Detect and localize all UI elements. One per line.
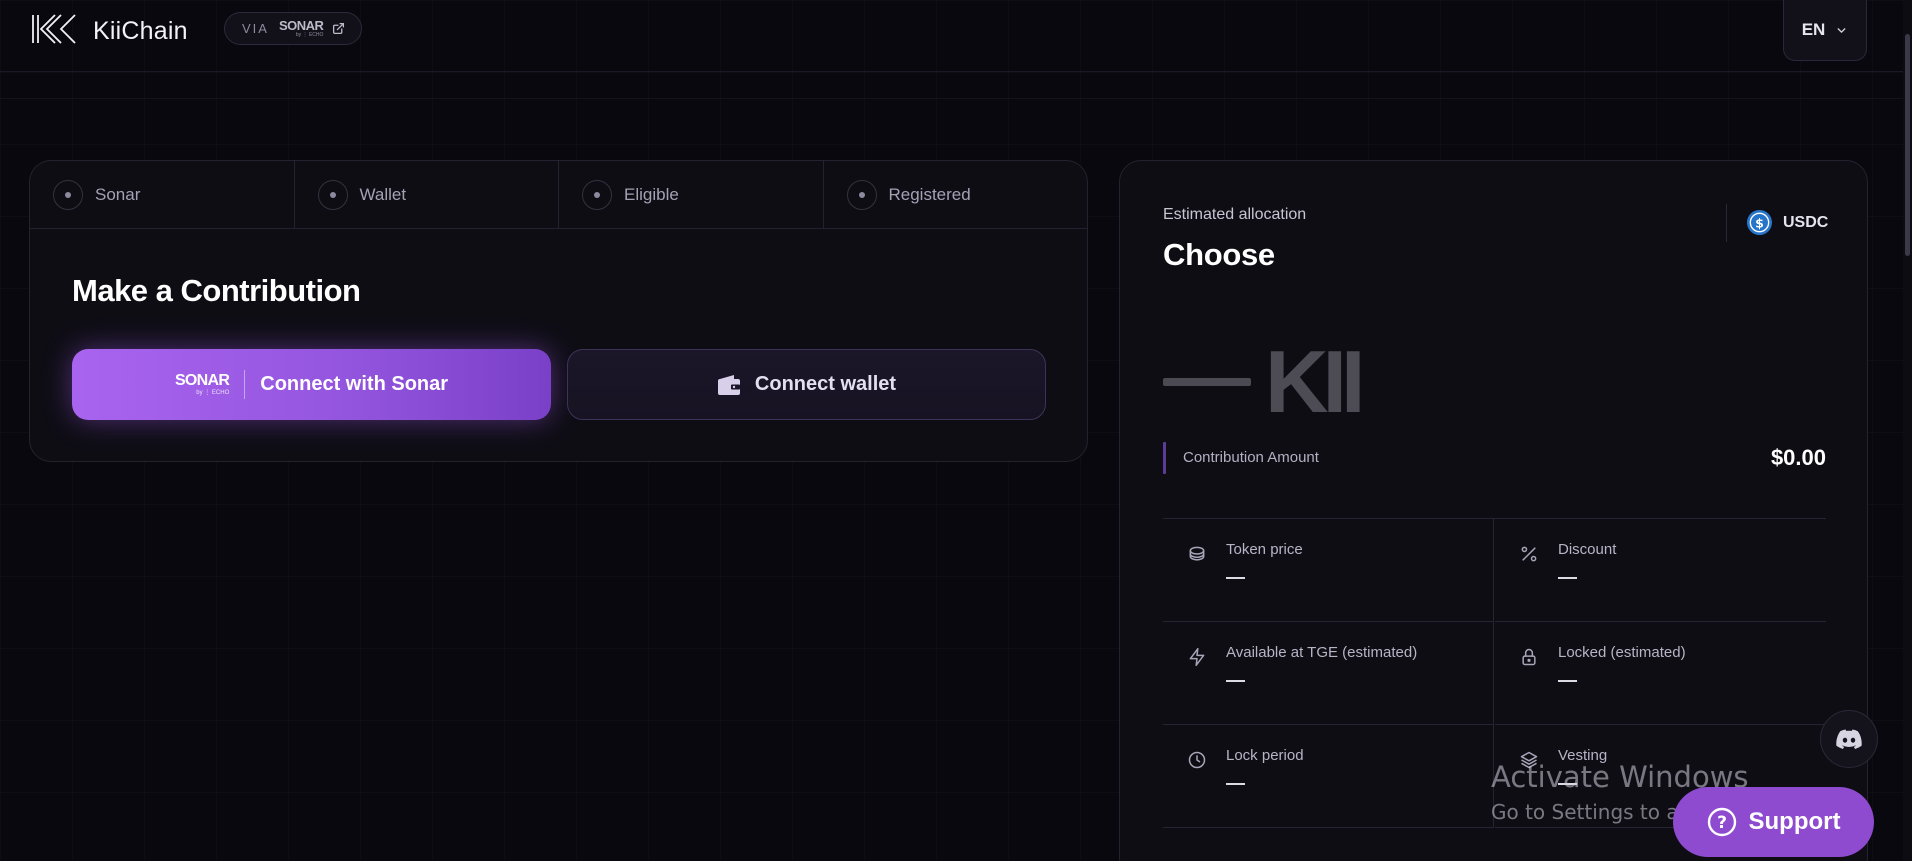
stat-label: Discount: [1558, 541, 1617, 558]
stat-value-empty: [1226, 577, 1245, 579]
contribution-amount-value: $0.00: [1770, 445, 1826, 470]
stat-label: Available at TGE (estimated): [1226, 644, 1418, 661]
header-divider-secondary: [0, 98, 1904, 99]
header-divider: [0, 71, 1904, 72]
sonar-wordmark: SONAR: [174, 372, 230, 389]
accent-bar: [1163, 442, 1166, 474]
via-sonar-link[interactable]: VIA SONAR by ⋮ ECHO: [224, 12, 362, 45]
coins-icon: [1187, 544, 1207, 564]
stat-value-empty: [1226, 783, 1245, 785]
progress-steps: Sonar Wallet Eligible Registered: [30, 161, 1087, 229]
step-registered: Registered: [824, 161, 1088, 228]
step-indicator-icon: [317, 179, 348, 210]
chevron-down-icon: [1835, 24, 1848, 37]
stat-label: Locked (estimated): [1558, 644, 1686, 661]
allocation-stats-grid: Token price Discount Available at TGE (e…: [1163, 518, 1826, 828]
button-divider: [244, 370, 246, 399]
contribution-card: Sonar Wallet Eligible Registered Make a …: [29, 160, 1088, 462]
token-symbol: KII: [1265, 332, 1365, 431]
currency-divider: [1726, 204, 1727, 242]
stat-available-tge: Available at TGE (estimated): [1163, 622, 1494, 725]
token-amount-display: KII: [1163, 332, 1365, 431]
help-circle-icon: ?: [1707, 807, 1737, 837]
connect-wallet-label: Connect wallet: [754, 373, 897, 395]
support-label: Support: [1748, 808, 1841, 835]
stat-label: Vesting: [1558, 747, 1608, 764]
connect-sonar-button[interactable]: SONAR by ⋮ ECHO Connect with Sonar: [72, 349, 551, 420]
contribution-amount-label: Contribution Amount: [1183, 449, 1319, 466]
brand-logo[interactable]: KiiChain: [31, 14, 188, 49]
discord-icon: [1836, 729, 1862, 749]
estimated-allocation-label: Estimated allocation: [1163, 206, 1307, 223]
wallet-icon: [717, 374, 741, 396]
sonar-mini-sub: by ⋮ ECHO: [295, 32, 324, 38]
svg-text:?: ?: [1717, 813, 1727, 833]
step-indicator-icon: [846, 179, 877, 210]
sonar-mini-logo: SONAR by ⋮ ECHO: [278, 18, 324, 38]
via-label: VIA: [242, 21, 269, 36]
step-label: Registered: [888, 184, 971, 204]
discord-button[interactable]: [1820, 710, 1878, 768]
sonar-wordmark-sub: by ⋮ ECHO: [196, 390, 230, 396]
language-label: EN: [1801, 20, 1826, 39]
lock-icon: [1519, 647, 1539, 667]
step-indicator-icon: [53, 179, 83, 210]
support-button[interactable]: ? Support: [1673, 787, 1874, 857]
step-wallet: Wallet: [295, 161, 559, 228]
step-label: Sonar: [95, 184, 141, 204]
layers-icon: [1519, 750, 1539, 770]
clock-icon: [1187, 750, 1207, 770]
step-label: Eligible: [624, 184, 679, 204]
kiichain-logo-icon: [31, 14, 77, 49]
connect-wallet-button[interactable]: Connect wallet: [567, 349, 1046, 420]
step-label: Wallet: [359, 184, 407, 204]
stat-lock-period: Lock period: [1163, 725, 1494, 828]
stat-locked: Locked (estimated): [1495, 622, 1826, 725]
sonar-logo: SONAR by ⋮ ECHO: [174, 372, 230, 397]
stat-token-price: Token price: [1163, 519, 1494, 622]
stat-value-empty: [1558, 577, 1577, 579]
stat-discount: Discount: [1495, 519, 1826, 622]
language-selector[interactable]: EN: [1783, 0, 1867, 61]
currency-label: USDC: [1783, 213, 1829, 231]
stat-label: Token price: [1226, 541, 1303, 558]
step-indicator-icon: [582, 179, 612, 210]
external-link-icon: [332, 22, 345, 35]
contribution-amount-row: Contribution Amount $0.00: [1163, 442, 1826, 474]
connect-sonar-label: Connect with Sonar: [260, 373, 449, 395]
sonar-mini-wordmark: SONAR: [278, 18, 324, 33]
usdc-icon: $: [1746, 209, 1773, 236]
percent-icon: [1519, 544, 1539, 564]
brand-name: KiiChain: [93, 17, 188, 45]
lightning-icon: [1187, 647, 1207, 667]
stat-value-empty: [1558, 783, 1577, 785]
contribution-title: Make a Contribution: [72, 273, 361, 308]
svg-text:$: $: [1755, 215, 1764, 230]
stat-label: Lock period: [1226, 747, 1304, 764]
step-sonar: Sonar: [30, 161, 295, 228]
step-eligible: Eligible: [559, 161, 824, 228]
stat-value-empty: [1226, 680, 1245, 682]
page-scrollbar-thumb[interactable]: [1905, 34, 1910, 256]
amount-placeholder-dash: [1163, 378, 1251, 386]
allocation-card: Estimated allocation Choose $ USDC KII C…: [1119, 160, 1868, 861]
allocation-value: Choose: [1163, 237, 1275, 272]
stat-value-empty: [1558, 680, 1577, 682]
currency-selector[interactable]: $ USDC: [1746, 209, 1828, 236]
